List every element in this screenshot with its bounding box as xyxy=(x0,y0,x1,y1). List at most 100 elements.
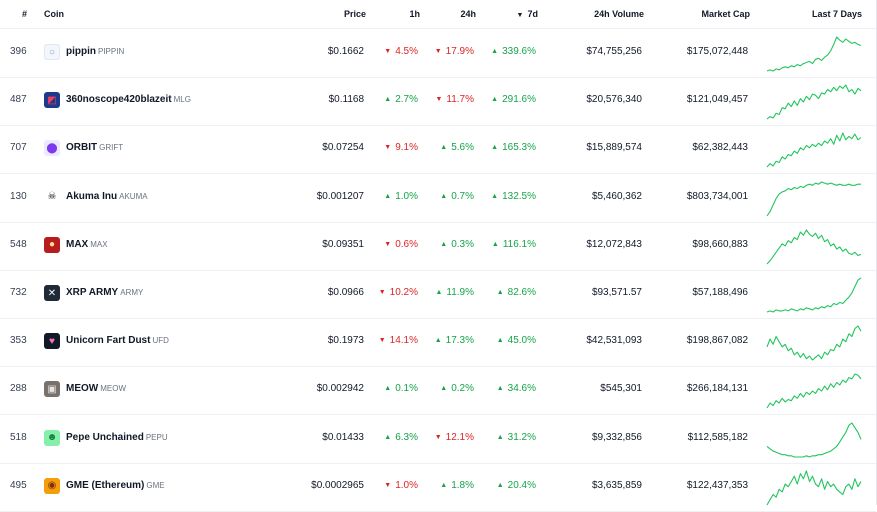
pepu-icon: ☻ xyxy=(44,429,60,446)
coin-price: $0.07254 xyxy=(322,142,364,154)
coin-name-link[interactable]: Unicorn Fart Dust UFD xyxy=(66,335,169,346)
market-cap: $121,049,457 xyxy=(686,94,748,106)
sparkline-line xyxy=(766,325,862,361)
volume-24h: $15,889,574 xyxy=(586,142,642,154)
coin-symbol: GME xyxy=(146,480,165,490)
volume-24h: $20,576,340 xyxy=(586,94,642,106)
coin-symbol: GRIFT xyxy=(99,143,124,153)
coin-name-link[interactable]: Pepe Unchained PEPU xyxy=(66,432,168,443)
market-cap: $803,734,001 xyxy=(686,190,748,202)
table-row[interactable]: 518 ☻ Pepe UnchainedPEPU $0.01433 6.3% 12.1% 3… xyxy=(0,415,876,464)
coin-rank: 353 xyxy=(10,335,27,347)
header-rank[interactable]: # xyxy=(22,9,27,19)
coin-name-link[interactable]: ORBIT GRIFT xyxy=(66,142,123,153)
change-24h: 1.8% xyxy=(424,480,474,491)
ufd-icon: ♥ xyxy=(44,333,60,350)
table-row[interactable]: 487 ◩ 360noscope420blazeitMLG $0.1168 2.7% 11… xyxy=(0,77,876,127)
coin-rank: 396 xyxy=(10,46,27,57)
coin-name: pippin xyxy=(66,46,96,57)
sparkline-line xyxy=(766,36,862,72)
table-row[interactable]: 396 ○ pippinPIPPIN $0.1662 4.5% 17.9% 339.6% $7… xyxy=(0,29,876,78)
market-cap: $98,660,883 xyxy=(692,238,748,250)
change-1h: 4.5% xyxy=(370,46,418,57)
coin-price: $0.0002965 xyxy=(311,479,364,491)
table-row[interactable]: 495 ◉ GME (Ethereum)GME $0.0002965 1.0% 1.8% 2… xyxy=(0,463,876,512)
sparkline-chart xyxy=(766,132,862,168)
change-1h: 0.1% xyxy=(370,383,418,394)
orbit-icon: ⬤ xyxy=(44,140,60,157)
table-row[interactable]: 732 ✕ XRP ARMYARMY $0.0966 10.2% 11.9% 82.6% $9… xyxy=(0,270,876,319)
coin-name: Pepe Unchained xyxy=(66,431,144,443)
change-24h: 0.7% xyxy=(424,191,474,202)
sparkline-chart xyxy=(766,373,862,409)
coin-price: $0.1168 xyxy=(328,94,364,106)
table-row[interactable]: 130 ☠ Akuma InuAKUMA $0.001207 1.0% 0.7% 132.5… xyxy=(0,174,876,223)
coin-name: GME (Ethereum) xyxy=(66,479,145,491)
coin-name: XRP ARMY xyxy=(66,287,119,298)
coin-price: $0.002942 xyxy=(316,383,364,395)
header-market-cap[interactable]: Market Cap xyxy=(690,9,750,19)
coin-price: $0.1662 xyxy=(327,46,364,57)
table-row[interactable]: 707 ⬤ ORBITGRIFT $0.07254 9.1% 5.6% 165.3% $15,… xyxy=(0,125,876,175)
sparkline-chart xyxy=(766,36,862,72)
table-row[interactable]: 288 ▣ MEOWMEOW $0.002942 0.1% 0.2% 34.6% $545,3… xyxy=(0,366,876,416)
coin-name-link[interactable]: MEOW MEOW xyxy=(66,383,126,394)
sparkline-line xyxy=(766,229,862,265)
coin-rank: 130 xyxy=(10,190,27,202)
coin-name-link[interactable]: Akuma Inu AKUMA xyxy=(66,191,148,202)
coin-name-link[interactable]: pippin PIPPIN xyxy=(66,46,124,57)
sparkline-line xyxy=(766,277,862,313)
change-24h: 5.6% xyxy=(424,142,474,153)
change-1h: 14.1% xyxy=(370,335,418,346)
coin-symbol: MEOW xyxy=(100,384,126,394)
volume-24h: $42,531,093 xyxy=(586,335,642,347)
coin-name-link[interactable]: XRP ARMY ARMY xyxy=(66,287,143,298)
change-1h: 6.3% xyxy=(370,432,418,443)
change-7d: 20.4% xyxy=(480,480,536,491)
table-row[interactable]: 548 ● MAXMAX $0.09351 0.6% 0.3% 116.1% $12,072,… xyxy=(0,222,876,271)
coin-name: Unicorn Fart Dust xyxy=(66,335,151,347)
volume-24h: $12,072,843 xyxy=(586,238,642,250)
coins-table: # Coin Price 1h 24h ▼ 7d 24h Volume Marke… xyxy=(0,0,877,512)
change-7d: 132.5% xyxy=(480,191,536,202)
coin-name-link[interactable]: MAX MAX xyxy=(66,239,108,250)
change-24h: 11.7% xyxy=(424,94,474,105)
header-24h[interactable]: 24h xyxy=(450,9,476,19)
meow-icon: ▣ xyxy=(44,381,60,398)
change-24h: 0.2% xyxy=(424,383,474,394)
header-1h[interactable]: 1h xyxy=(396,9,420,19)
header-price[interactable]: Price xyxy=(330,9,366,19)
army-icon: ✕ xyxy=(44,285,60,301)
header-coin[interactable]: Coin xyxy=(44,9,64,19)
gme-icon: ◉ xyxy=(44,477,60,494)
pippin-icon: ○ xyxy=(44,44,60,60)
coin-rank: 487 xyxy=(10,94,27,106)
sparkline-line xyxy=(766,84,862,120)
header-7d[interactable]: ▼ 7d xyxy=(514,9,538,19)
change-7d: 165.3% xyxy=(480,142,536,153)
coin-price: $0.1973 xyxy=(327,335,364,347)
change-1h: 1.0% xyxy=(370,191,418,202)
volume-24h: $74,755,256 xyxy=(586,46,642,57)
coin-rank: 707 xyxy=(10,142,27,154)
table-row[interactable]: 353 ♥ Unicorn Fart DustUFD $0.1973 14.1% 17.3… xyxy=(0,318,876,368)
max-icon: ● xyxy=(44,236,60,253)
table-header: # Coin Price 1h 24h ▼ 7d 24h Volume Marke… xyxy=(0,0,876,29)
sparkline-chart xyxy=(766,470,862,506)
volume-24h: $9,332,856 xyxy=(591,431,642,443)
market-cap: $57,188,496 xyxy=(692,287,748,298)
market-cap: $266,184,131 xyxy=(686,383,748,395)
coin-symbol: PEPU xyxy=(145,432,168,442)
change-7d: 31.2% xyxy=(480,432,536,443)
coin-price: $0.01433 xyxy=(322,431,364,443)
header-volume[interactable]: 24h Volume xyxy=(580,9,644,19)
coin-name-link[interactable]: GME (Ethereum) GME xyxy=(66,480,165,491)
change-7d: 82.6% xyxy=(480,287,536,298)
coin-name-link[interactable]: 360noscope420blazeit MLG xyxy=(66,94,191,105)
market-cap: $175,072,448 xyxy=(686,46,748,57)
change-7d: 34.6% xyxy=(480,383,536,394)
change-1h: 2.7% xyxy=(370,94,418,105)
coin-symbol: MLG xyxy=(173,95,191,105)
volume-24h: $5,460,362 xyxy=(591,190,642,202)
coin-symbol: ARMY xyxy=(120,288,144,297)
